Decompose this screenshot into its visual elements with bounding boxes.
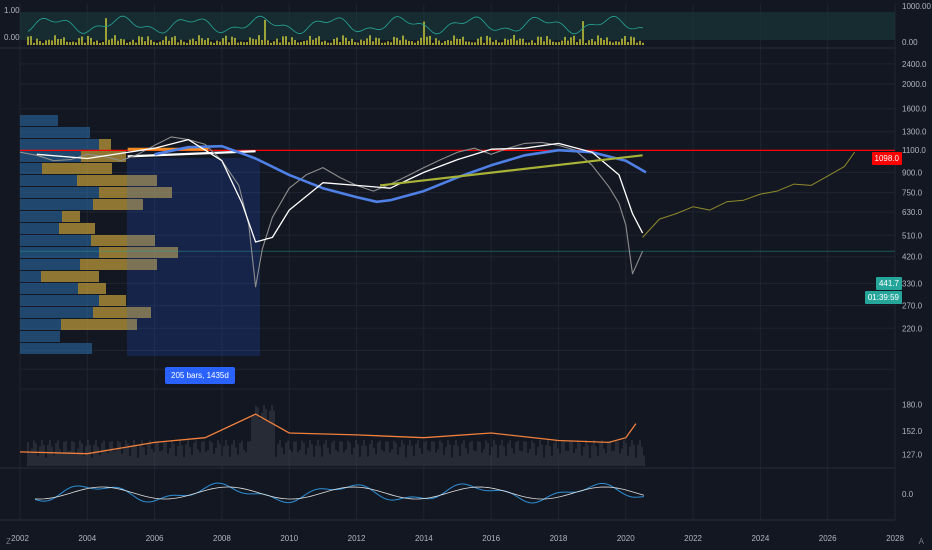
y-tick-label: 2400.0 bbox=[902, 60, 927, 69]
x-tick-label: 2014 bbox=[415, 534, 433, 543]
macd-panel bbox=[34, 482, 645, 504]
countdown-tag: 01:39:59 bbox=[864, 291, 902, 304]
volume-profile-bar-up bbox=[20, 331, 60, 342]
x-tick-label: 2016 bbox=[482, 534, 500, 543]
volume-profile-bar-up bbox=[20, 271, 41, 282]
measure-range-box bbox=[127, 158, 260, 356]
y-tick-label: 420.0 bbox=[902, 253, 923, 262]
series-projection bbox=[642, 151, 856, 238]
y-tick-label: 2000.0 bbox=[902, 80, 927, 89]
volume-profile-bar-up bbox=[20, 127, 90, 138]
volume-profile bbox=[20, 115, 260, 356]
oscillator-band bbox=[20, 12, 895, 40]
volume-profile-bar-up bbox=[20, 307, 93, 318]
volume-profile-bar-up bbox=[20, 151, 81, 162]
y-tick-label: 220.0 bbox=[902, 324, 923, 333]
chart-canvas[interactable]: 2002 2004 2006 2008 2010 2012 2014 2016 2018 2020… bbox=[0, 0, 932, 550]
x-tick-label: 2004 bbox=[78, 534, 96, 543]
volume-profile-bar-down bbox=[62, 211, 80, 222]
volume-profile-bar-up bbox=[20, 163, 42, 174]
volume-profile-bar-down bbox=[99, 139, 111, 150]
x-tick-label: 2008 bbox=[213, 534, 231, 543]
volume-profile-bar-down bbox=[78, 283, 106, 294]
volume-profile-bar-down bbox=[59, 223, 95, 234]
auto-scale-button[interactable]: A bbox=[919, 537, 924, 546]
y-tick-label: 1300.0 bbox=[902, 128, 927, 137]
x-tick-label: 2010 bbox=[280, 534, 298, 543]
oscillator-left-tick: 0.00 bbox=[4, 33, 20, 42]
oscillator-right-tick: 1000.00 bbox=[902, 2, 931, 11]
volume-profile-bar-up bbox=[20, 223, 59, 234]
volume-profile-bar-up bbox=[20, 187, 99, 198]
x-tick-label: 2028 bbox=[886, 534, 904, 543]
x-tick-label: 2002 bbox=[11, 534, 29, 543]
current-price-tag: 441.7 bbox=[875, 277, 902, 290]
x-tick-label: 2022 bbox=[684, 534, 702, 543]
resistance-price-tag: 1098.0 bbox=[871, 152, 902, 165]
x-tick-label: 2006 bbox=[146, 534, 164, 543]
volume-profile-bar-up bbox=[20, 235, 91, 246]
y-tick-label: 510.0 bbox=[902, 231, 923, 240]
volume-profile-bar-up bbox=[20, 211, 62, 222]
volume-profile-bar-down bbox=[42, 163, 112, 174]
measure-badge[interactable]: 205 bars, 1435d bbox=[165, 367, 235, 384]
volume-profile-bar-up bbox=[20, 199, 93, 210]
y-tick-label: 330.0 bbox=[902, 279, 923, 288]
volume-profile-bar-up bbox=[20, 247, 99, 258]
volume-bars bbox=[27, 405, 645, 466]
volume-profile-bar-up bbox=[20, 283, 78, 294]
macd-y-tick: 0.0 bbox=[902, 490, 914, 499]
volume-profile-bar-down bbox=[99, 295, 126, 306]
x-tick-label: 2026 bbox=[819, 534, 837, 543]
volume-profile-bar-up bbox=[20, 343, 92, 354]
volume-profile-bar-down bbox=[61, 319, 137, 330]
x-tick-label: 2018 bbox=[550, 534, 568, 543]
volume-profile-bar-up bbox=[20, 175, 77, 186]
volume-profile-bar-up bbox=[20, 259, 80, 270]
oscillator-right-tick: 0.00 bbox=[902, 38, 918, 47]
hv-y-tick-label: 180.0 bbox=[902, 401, 923, 410]
hv-y-tick-label: 152.0 bbox=[902, 427, 923, 436]
historical-volatility-panel bbox=[19, 405, 645, 466]
y-tick-label: 750.0 bbox=[902, 189, 923, 198]
y-tick-label: 900.0 bbox=[902, 168, 923, 177]
volume-profile-bar-up bbox=[20, 139, 99, 150]
oscillator-left-tick: 1.00 bbox=[4, 6, 20, 15]
y-tick-label: 270.0 bbox=[902, 302, 923, 311]
volume-profile-bar-up bbox=[20, 295, 99, 306]
y-tick-label: 630.0 bbox=[902, 208, 923, 217]
macd-signal-line bbox=[34, 486, 645, 500]
hv-y-tick-label: 127.0 bbox=[902, 451, 923, 460]
timezone-button[interactable]: Z bbox=[6, 537, 11, 546]
volume-profile-bar-up bbox=[20, 115, 58, 126]
y-tick-label: 1600.0 bbox=[902, 105, 927, 114]
top-oscillator-panel bbox=[20, 12, 895, 45]
x-tick-label: 2024 bbox=[751, 534, 769, 543]
x-tick-label: 2012 bbox=[348, 534, 366, 543]
macd-line bbox=[34, 482, 645, 504]
y-tick-label: 1100.0 bbox=[902, 146, 926, 155]
volume-profile-bar-up bbox=[20, 319, 61, 330]
volume-profile-bar-down bbox=[41, 271, 99, 282]
x-tick-label: 2020 bbox=[617, 534, 635, 543]
